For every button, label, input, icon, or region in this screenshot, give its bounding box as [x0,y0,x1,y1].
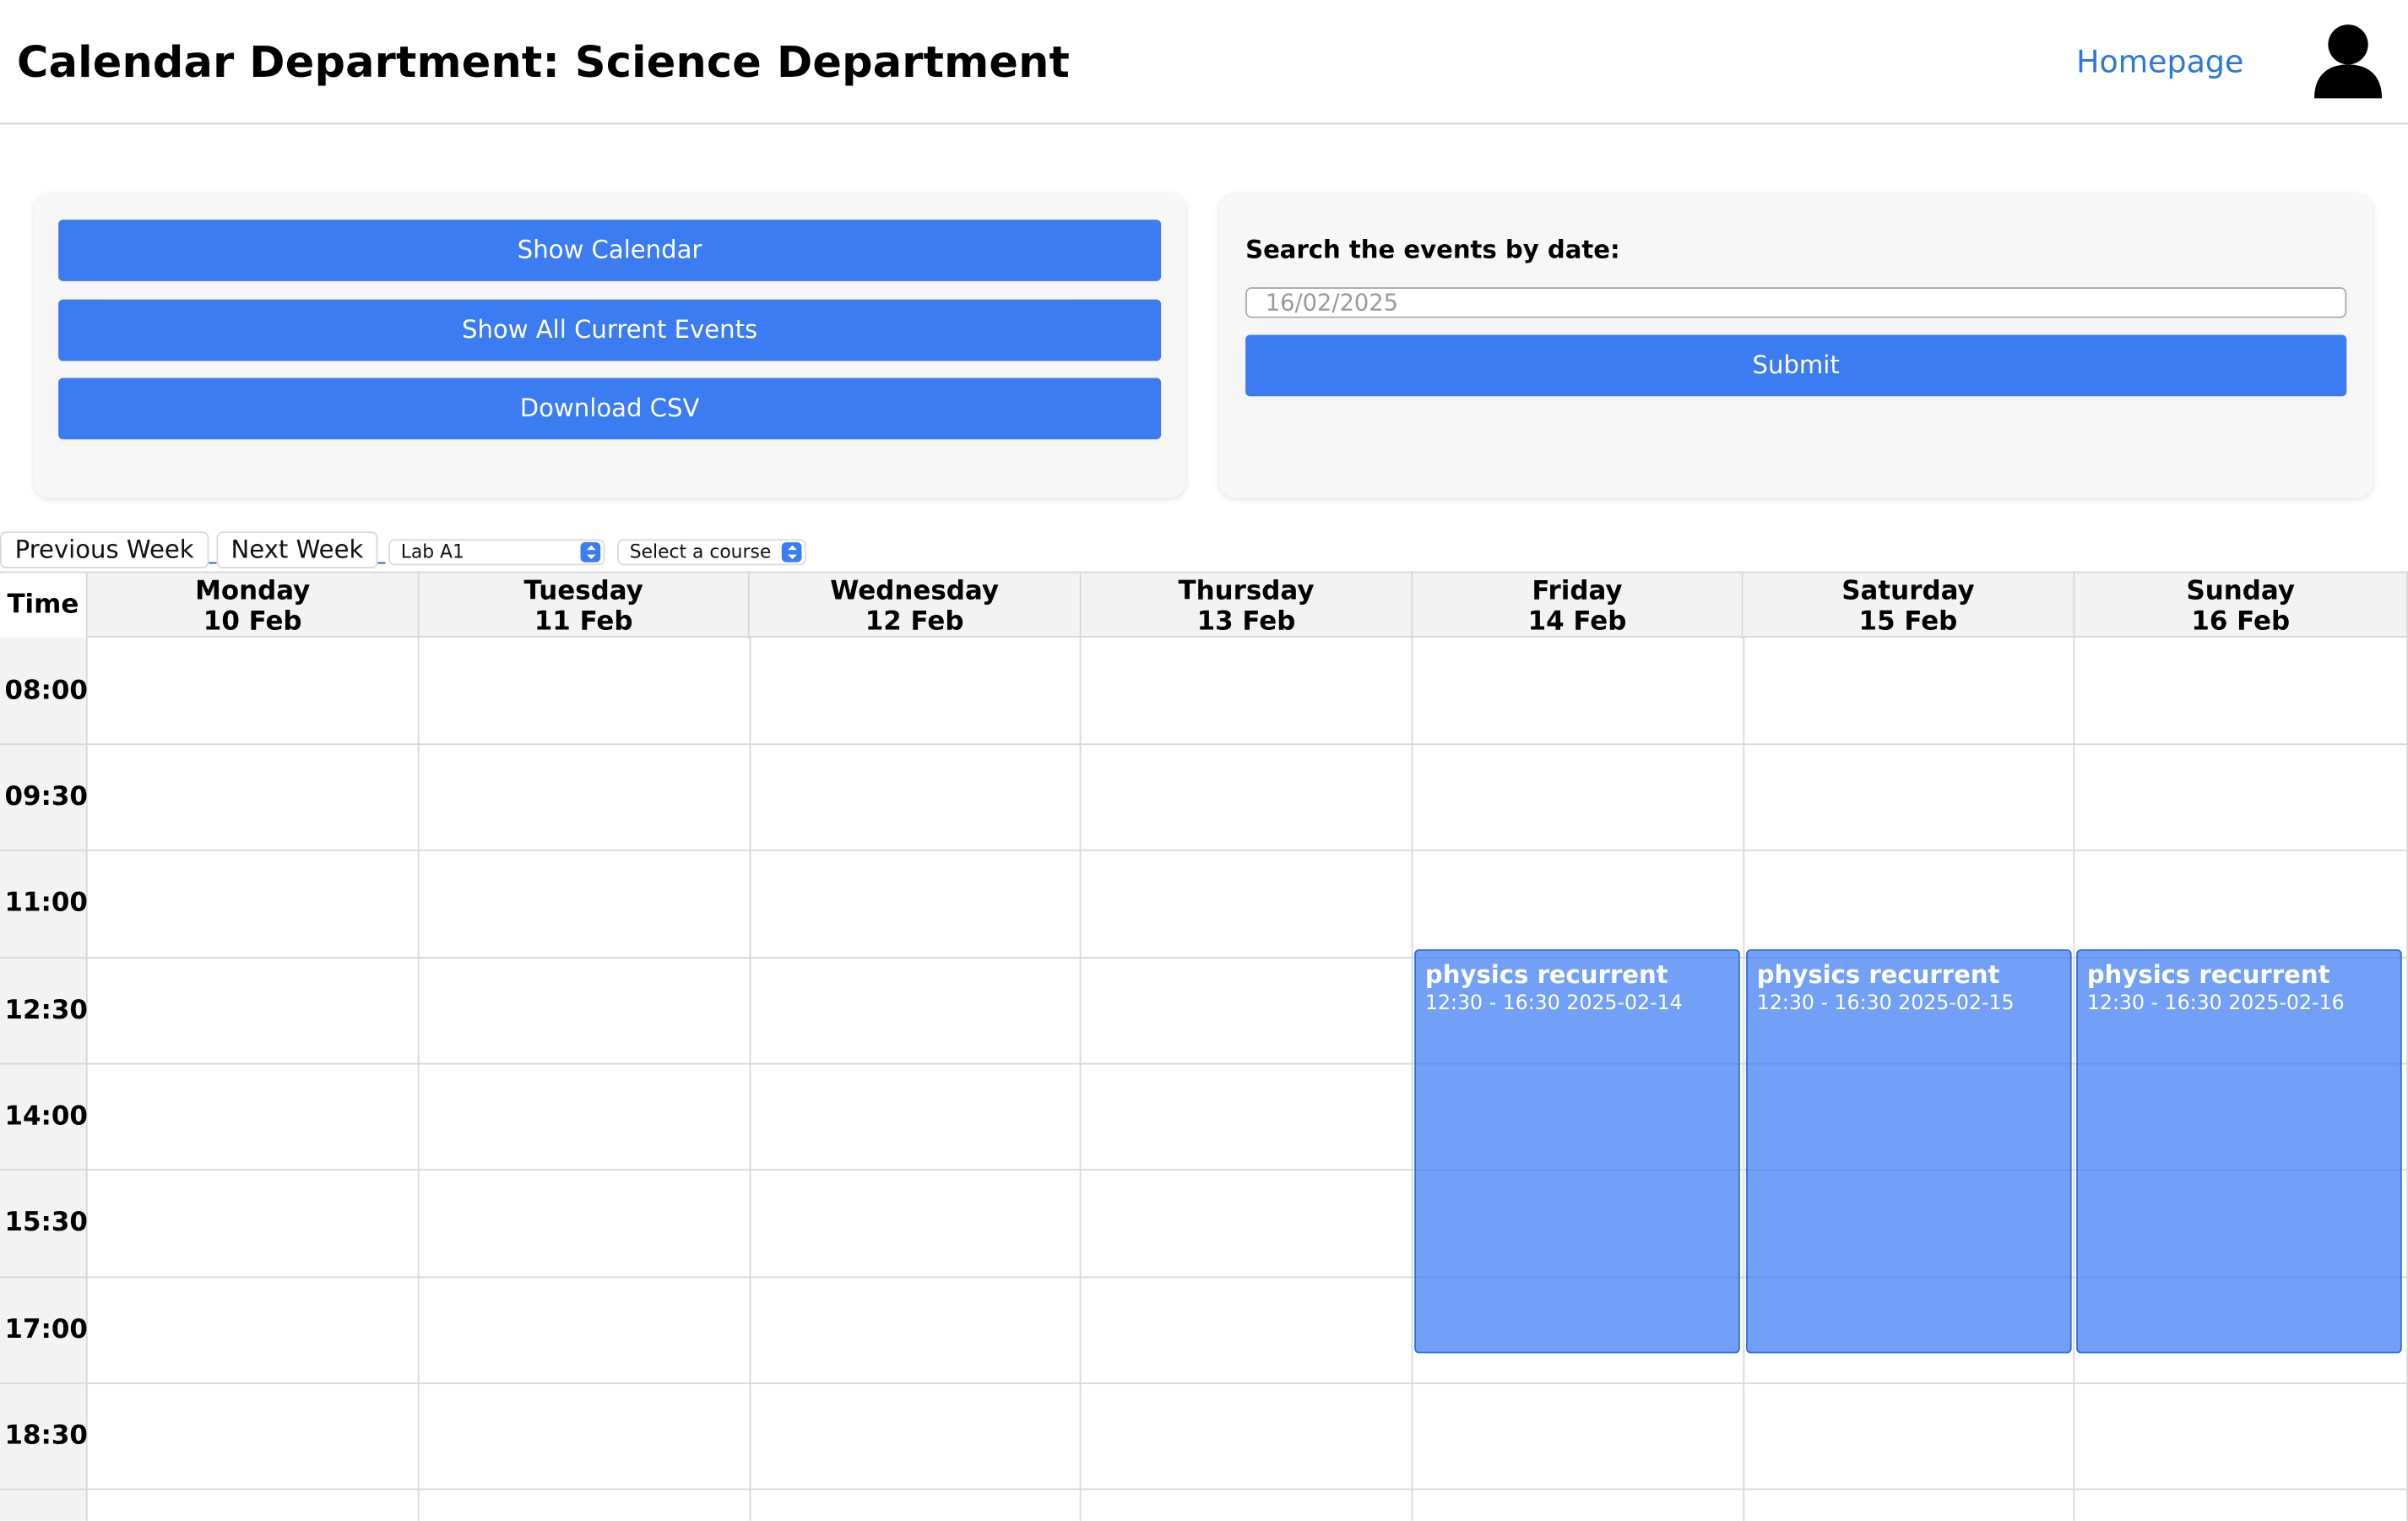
course-select-value: Select a course [629,540,772,562]
link-underline [377,562,386,564]
date-input-value: 16/02/2025 [1265,288,1399,317]
next-week-button[interactable]: Next Week [216,531,378,568]
grid-line [0,1488,2408,1491]
event-details: 12:30 - 16:30 2025-02-16 [2086,991,2345,1016]
page: Calendar Department: Science Department … [0,0,2408,1521]
day-header-wednesday: Wednesday 12 Feb [750,573,1082,639]
grid-line [1411,637,1413,1521]
room-select[interactable]: Lab A1 [388,539,605,566]
submit-button[interactable]: Submit [1245,334,2347,397]
top-header: Calendar Department: Science Department … [0,0,2408,125]
time-column: 08:00 09:30 11:00 12:30 14:00 15:30 17:0… [0,637,88,1521]
day-header-sunday: Sunday 16 Feb [2074,573,2408,639]
homepage-link[interactable]: Homepage [2076,43,2243,80]
search-label: Search the events by date: [1245,235,1620,264]
calendar-header-row: Time Monday 10 Feb Tuesday 11 Feb Wednes… [0,571,2408,639]
day-header-monday: Monday 10 Feb [88,573,420,639]
grid-line [417,637,420,1521]
link-underline [209,562,217,564]
room-select-value: Lab A1 [400,540,464,562]
time-slot-label: 15:30 [4,1207,88,1239]
day-header-saturday: Saturday 15 Feb [1743,573,2075,639]
event-details: 12:30 - 16:30 2025-02-14 [1424,991,1683,1016]
week-controls: Previous Week Next Week Lab A1 Select a … [0,531,2408,571]
day-name: Wednesday [830,576,999,607]
week-calendar: Time Monday 10 Feb Tuesday 11 Feb Wednes… [0,571,2408,1521]
time-slot-label: 18:30 [4,1421,88,1452]
page-title: Calendar Department: Science Department [17,36,1071,88]
time-slot-label: 08:00 [4,676,88,707]
download-csv-button[interactable]: Download CSV [58,378,1162,440]
time-slot-label: 09:30 [4,781,88,813]
day-date: 10 Feb [203,606,302,638]
calendar-event[interactable]: physics recurrent 12:30 - 16:30 2025-02-… [1414,949,1740,1354]
select-arrows-icon [781,542,802,562]
event-title: physics recurrent [1424,959,1668,990]
event-title: physics recurrent [2086,959,2330,990]
grid-line [0,1382,2408,1384]
grid-line [749,637,751,1521]
grid-line [2073,637,2075,1521]
grid-line [0,849,2408,851]
actions-panel: Show Calendar Show All Current Events Do… [34,193,1186,498]
course-select[interactable]: Select a course [617,539,806,566]
select-arrows-icon [580,542,601,562]
day-name: Saturday [1841,576,1975,607]
grid-line [1079,637,1082,1521]
time-slot-label: 17:00 [4,1314,88,1346]
day-name: Thursday [1178,576,1315,607]
time-column-header: Time [0,573,88,639]
time-slot-label: 14:00 [4,1101,88,1133]
event-details: 12:30 - 16:30 2025-02-15 [1756,991,2015,1016]
search-panel: Search the events by date: 16/02/2025 Su… [1219,193,2373,498]
calendar-event[interactable]: physics recurrent 12:30 - 16:30 2025-02-… [1746,949,2072,1354]
day-date: 14 Feb [1527,606,1627,638]
show-calendar-button[interactable]: Show Calendar [58,220,1162,281]
user-avatar-icon[interactable] [2310,21,2387,101]
time-slot-label: 11:00 [4,888,88,919]
day-date: 12 Feb [865,606,964,638]
grid-line [1743,637,1745,1521]
day-name: Friday [1532,576,1623,607]
previous-week-button[interactable]: Previous Week [0,531,209,568]
day-date: 13 Feb [1196,606,1296,638]
day-header-thursday: Thursday 13 Feb [1081,573,1413,639]
day-name: Monday [195,576,311,607]
day-date: 11 Feb [534,606,633,638]
show-all-events-button[interactable]: Show All Current Events [58,299,1162,361]
day-date: 16 Feb [2191,606,2291,638]
event-title: physics recurrent [1756,959,2000,990]
day-date: 15 Feb [1858,606,1958,638]
date-input[interactable]: 16/02/2025 [1245,287,2347,318]
calendar-event[interactable]: physics recurrent 12:30 - 16:30 2025-02-… [2076,949,2402,1354]
day-name: Sunday [2186,576,2295,607]
day-header-tuesday: Tuesday 11 Feb [420,573,750,639]
day-name: Tuesday [523,576,643,607]
day-header-friday: Friday 14 Feb [1413,573,1744,639]
grid-line [0,743,2408,746]
time-slot-label: 12:30 [4,995,88,1027]
